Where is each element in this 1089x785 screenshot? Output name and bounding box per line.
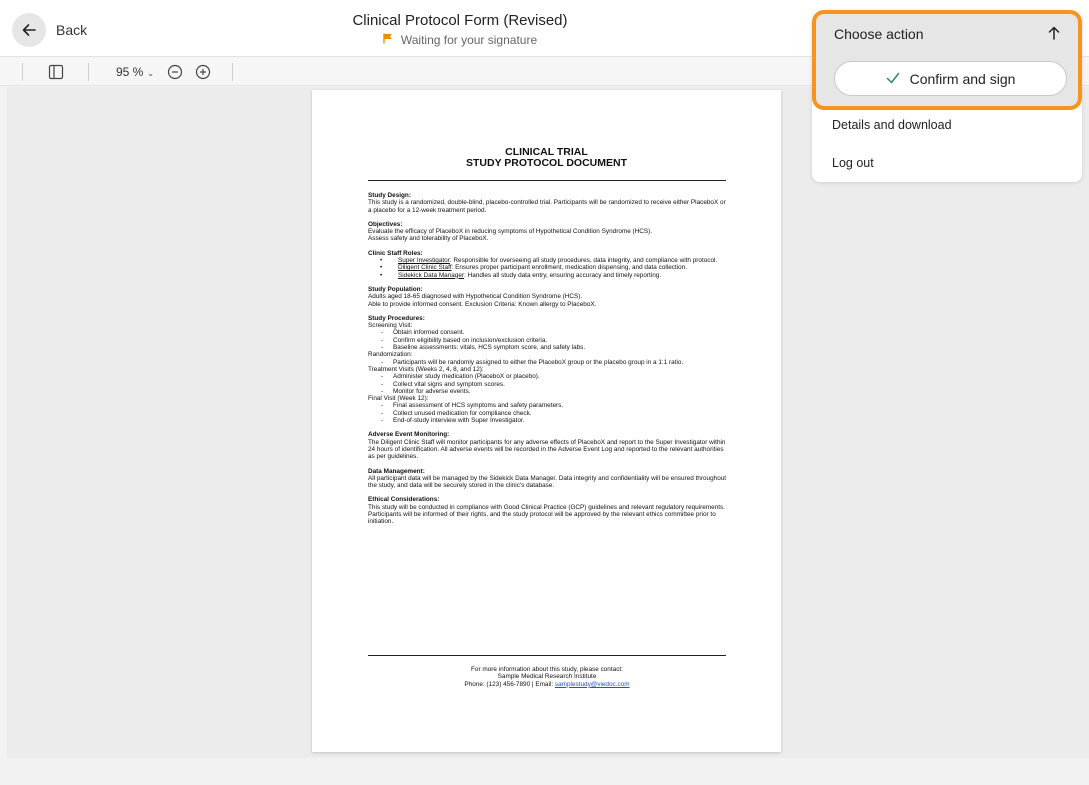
role-desc: : Responsible for overseeing all study p… <box>449 257 718 265</box>
footer-strip <box>0 758 1089 785</box>
section-heading: Ethical Considerations: <box>368 496 440 504</box>
section-objectives: Objectives: Evaluate the efficacy of Pla… <box>368 221 730 243</box>
subheading: Randomization: <box>368 351 413 359</box>
zoom-in-icon[interactable] <box>194 63 212 81</box>
contact-block: For more information about this study, p… <box>368 666 726 688</box>
section-text: This study is a randomized, double-blind… <box>368 199 726 214</box>
menu-item-details-download[interactable]: Details and download <box>832 118 952 132</box>
zoom-level-dropdown[interactable]: 95 % ⌄ <box>116 65 154 79</box>
confirm-and-sign-label: Confirm and sign <box>909 70 1016 87</box>
subheading: Screening Visit: <box>368 322 413 330</box>
list-item: Baseline assessments: vitals, HCS sympto… <box>368 344 730 352</box>
section-text: The Diligent Clinic Staff will monitor p… <box>368 438 726 461</box>
confirm-and-sign-button[interactable]: Confirm and sign <box>834 61 1067 96</box>
arrow-up-icon[interactable] <box>1048 26 1060 45</box>
role-name: Super Investigator <box>398 257 450 265</box>
section-heading: Adverse Event Monitoring: <box>368 431 450 439</box>
action-menu-highlight: Choose action Confirm and sign <box>812 10 1082 110</box>
top-rule <box>368 180 726 181</box>
role-name: Sidekick Data Manager <box>398 271 465 279</box>
contact-line: For more information about this study, p… <box>471 666 623 673</box>
section-heading: Study Design: <box>368 192 411 199</box>
toolbar-divider <box>88 63 89 81</box>
zoom-value: 95 % <box>116 65 144 79</box>
action-menu: Choose action Confirm and sign Details a… <box>812 10 1082 182</box>
signature-status: Waiting for your signature <box>0 33 920 47</box>
section-population: Study Population: Adults aged 18-65 diag… <box>368 286 730 308</box>
section-data-management: Data Management: All participant data wi… <box>368 468 730 490</box>
document-title: Clinical Protocol Form (Revised) <box>352 12 568 29</box>
section-procedures: Study Procedures: Screening Visit: Obtai… <box>368 314 730 425</box>
choose-action-label[interactable]: Choose action <box>834 26 924 42</box>
section-heading: Data Management: <box>368 467 425 475</box>
toolbar-divider <box>232 63 233 81</box>
section-text: Adults aged 18-65 diagnosed with Hypothe… <box>368 293 583 301</box>
title-block: Clinical Protocol Form (Revised) Waiting… <box>0 12 920 47</box>
contact-line: Sample Medical Research Institute <box>497 673 597 681</box>
role-desc: : Ensures proper participant enrollment,… <box>451 264 688 272</box>
list-item: Confirm eligibility based on inclusion/e… <box>368 337 730 345</box>
role-item: Sidekick Data Manager: Handles all study… <box>368 271 730 280</box>
status-text: Waiting for your signature <box>400 33 538 47</box>
subheading: Final Visit (Week 12): <box>368 395 429 403</box>
role-item: Super Investigator: Responsible for over… <box>368 257 730 265</box>
section-text: All participant data will be managed by … <box>368 474 727 490</box>
document-body: Study Design: This study is a randomized… <box>368 192 730 533</box>
zoom-out-icon[interactable] <box>166 63 184 81</box>
checkmark-icon <box>886 71 900 87</box>
document-heading: CLINICAL TRIAL STUDY PROTOCOL DOCUMENT <box>312 147 781 169</box>
section-text: This study will be conducted in complian… <box>368 503 725 526</box>
role-item: Diligent Clinic Staff: Ensures proper pa… <box>368 264 730 272</box>
contact-email-link[interactable]: samplestudy@viedoc.com <box>555 681 630 688</box>
list-item: Participants will be randomly assigned t… <box>368 359 730 367</box>
list-item: Obtain informed consent. <box>368 329 730 337</box>
sidebar-toggle-icon[interactable] <box>46 63 66 81</box>
section-adverse-events: Adverse Event Monitoring: The Diligent C… <box>368 431 730 460</box>
contact-phone: Phone: (123) 456-7890 | Email: <box>464 680 555 688</box>
section-study-design: Study Design: This study is a randomized… <box>368 192 730 214</box>
chevron-down-icon: ⌄ <box>146 68 155 78</box>
role-desc: : Handles all study data entry, ensuring… <box>464 271 662 279</box>
list-item: Administer study medication (PlaceboX or… <box>368 373 730 381</box>
section-staff-roles: Clinic Staff Roles: Super Investigator: … <box>368 250 730 279</box>
subheading: Treatment Visits (Weeks 2, 4, 8, and 12)… <box>368 365 484 373</box>
bottom-rule <box>368 655 726 656</box>
section-text: Evaluate the efficacy of PlaceboX in red… <box>368 228 653 236</box>
section-text: Able to provide informed consent. Exclus… <box>368 300 597 308</box>
list-item: Collect vital signs and symptom scores. <box>368 381 730 389</box>
section-ethics: Ethical Considerations: This study will … <box>368 496 730 525</box>
menu-item-log-out[interactable]: Log out <box>832 156 874 170</box>
flag-icon <box>383 33 393 47</box>
list-item: Monitor for adverse events. <box>368 388 730 396</box>
document-page: CLINICAL TRIAL STUDY PROTOCOL DOCUMENT S… <box>312 90 781 752</box>
section-heading: Study Procedures: <box>368 314 425 322</box>
section-heading: Clinic Staff Roles: <box>368 249 423 257</box>
toolbar-divider <box>22 63 23 81</box>
list-item: Final assessment of HCS symptoms and saf… <box>368 402 730 410</box>
document-heading-line2: STUDY PROTOCOL DOCUMENT <box>465 157 627 169</box>
section-text: Assess safety and tolerability of Placeb… <box>368 235 489 243</box>
section-heading: Study Population: <box>368 285 423 293</box>
section-heading: Objectives: <box>368 220 403 228</box>
contact-line: Phone: (123) 456-7890 | Email: samplestu… <box>368 681 726 688</box>
role-name: Diligent Clinic Staff <box>398 264 452 272</box>
list-item: End-of-study interview with Super Invest… <box>368 417 730 425</box>
list-item: Collect unused medication for compliance… <box>368 410 730 418</box>
